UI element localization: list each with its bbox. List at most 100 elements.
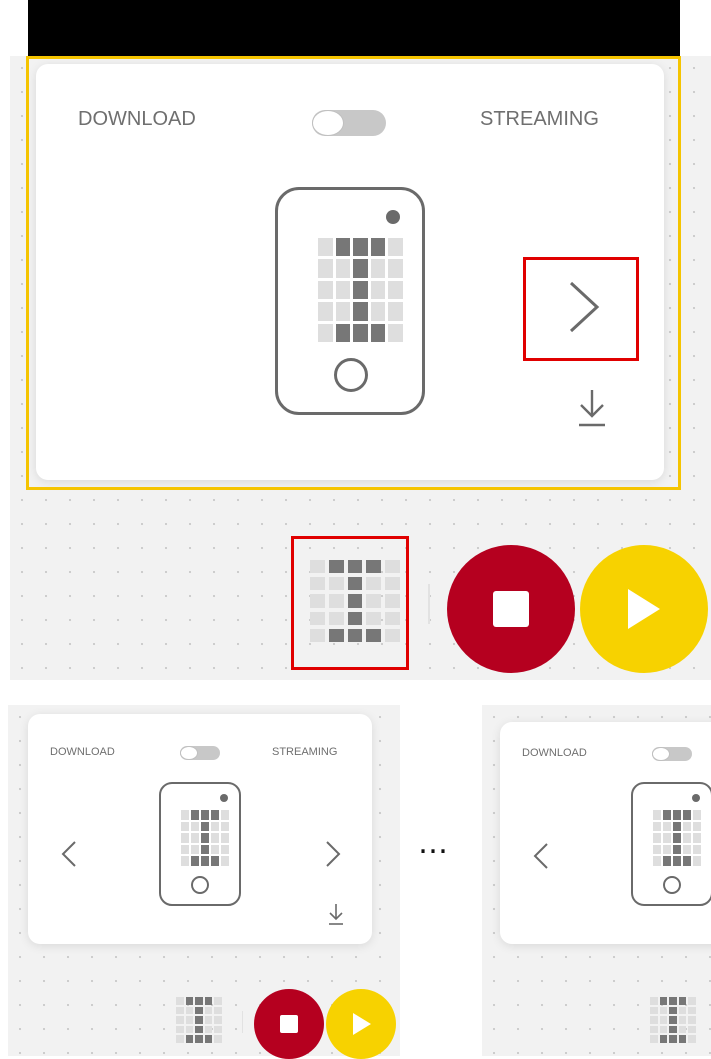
phone-matrix-icon: [159, 782, 241, 906]
play-icon: [628, 589, 660, 629]
led-off: [221, 821, 229, 832]
led-off: [693, 844, 701, 855]
download-label: DOWNLOAD: [50, 746, 115, 758]
led-off: [185, 1016, 194, 1024]
bottom-left-workspace-panel: DOWNLOAD STREAMING: [8, 705, 400, 1059]
led-off: [214, 1006, 222, 1015]
divider: [242, 1011, 243, 1033]
chevron-highlight-box: [523, 257, 639, 361]
streaming-label: STREAMING: [272, 746, 338, 758]
led-off: [214, 1035, 222, 1043]
led-on: [673, 833, 681, 843]
led-on: [669, 1035, 677, 1043]
divider: [428, 584, 430, 624]
led-on: [669, 997, 677, 1005]
next-example-button[interactable]: [318, 836, 348, 872]
led-off: [176, 1035, 184, 1043]
matrix-preview-icon[interactable]: [650, 997, 696, 1043]
led-off: [663, 833, 671, 843]
led-off: [678, 1006, 687, 1015]
stop-icon: [493, 591, 529, 627]
led-off: [176, 1025, 184, 1034]
led-off: [211, 844, 219, 855]
play-icon: [353, 1013, 371, 1035]
led-off: [176, 1016, 184, 1024]
download-button[interactable]: [324, 900, 348, 928]
led-off: [653, 856, 661, 866]
led-on: [185, 997, 194, 1005]
bottom-right-workspace-panel: DOWNLOAD: [482, 705, 711, 1056]
download-icon: [329, 904, 343, 925]
previous-example-button[interactable]: [526, 838, 556, 874]
play-button[interactable]: [580, 545, 708, 673]
led-off: [204, 1016, 213, 1024]
led-on: [211, 810, 219, 820]
phone-led-matrix: [181, 810, 229, 866]
led-on: [195, 1035, 203, 1043]
download-label: DOWNLOAD: [522, 747, 587, 759]
phone-led-matrix: [653, 810, 701, 866]
led-off: [181, 833, 189, 843]
led-off: [688, 997, 696, 1005]
previous-example-button[interactable]: [54, 836, 84, 872]
led-on: [204, 997, 213, 1005]
stop-button[interactable]: [254, 989, 324, 1059]
led-off: [650, 1016, 658, 1024]
led-on: [669, 1016, 677, 1024]
led-off: [683, 833, 691, 843]
led-off: [678, 1016, 687, 1024]
led-on: [204, 1035, 213, 1043]
led-off: [693, 856, 701, 866]
top-black-bar: [28, 0, 680, 56]
chevron-left-icon: [61, 841, 76, 867]
led-on: [201, 844, 209, 855]
led-off: [221, 844, 229, 855]
led-on: [201, 821, 209, 832]
led-on: [659, 997, 668, 1005]
led-off: [181, 821, 189, 832]
led-off: [214, 1016, 222, 1024]
led-on: [201, 833, 209, 843]
led-off: [688, 1006, 696, 1015]
phone-camera-dot: [220, 794, 228, 802]
matrix-preview-highlight-box: [291, 536, 409, 670]
led-off: [653, 821, 661, 832]
led-off: [683, 821, 691, 832]
led-off: [191, 833, 199, 843]
led-on: [195, 1006, 203, 1015]
matrix-preview-icon[interactable]: [176, 997, 222, 1043]
led-off: [181, 810, 189, 820]
led-off: [211, 821, 219, 832]
led-off: [688, 1035, 696, 1043]
stop-button[interactable]: [447, 545, 575, 673]
led-off: [688, 1025, 696, 1034]
led-off: [221, 833, 229, 843]
led-off: [653, 844, 661, 855]
download-streaming-toggle[interactable]: [180, 746, 220, 760]
led-off: [185, 1025, 194, 1034]
led-off: [214, 997, 222, 1005]
play-button[interactable]: [326, 989, 396, 1059]
led-on: [673, 821, 681, 832]
led-off: [211, 833, 219, 843]
led-off: [650, 1006, 658, 1015]
led-on: [683, 810, 691, 820]
download-streaming-toggle[interactable]: [652, 747, 692, 761]
led-off: [659, 1025, 668, 1034]
led-on: [669, 1006, 677, 1015]
led-on: [673, 844, 681, 855]
led-on: [195, 997, 203, 1005]
led-off: [653, 833, 661, 843]
chevron-left-icon: [533, 843, 548, 869]
bottom-left-output-card: DOWNLOAD STREAMING: [28, 714, 372, 944]
led-off: [204, 1006, 213, 1015]
led-off: [221, 810, 229, 820]
led-off: [678, 1025, 687, 1034]
led-off: [688, 1016, 696, 1024]
led-on: [211, 856, 219, 866]
led-off: [204, 1025, 213, 1034]
led-off: [176, 997, 184, 1005]
led-off: [181, 844, 189, 855]
chevron-right-icon: [326, 841, 341, 867]
led-off: [650, 1035, 658, 1043]
